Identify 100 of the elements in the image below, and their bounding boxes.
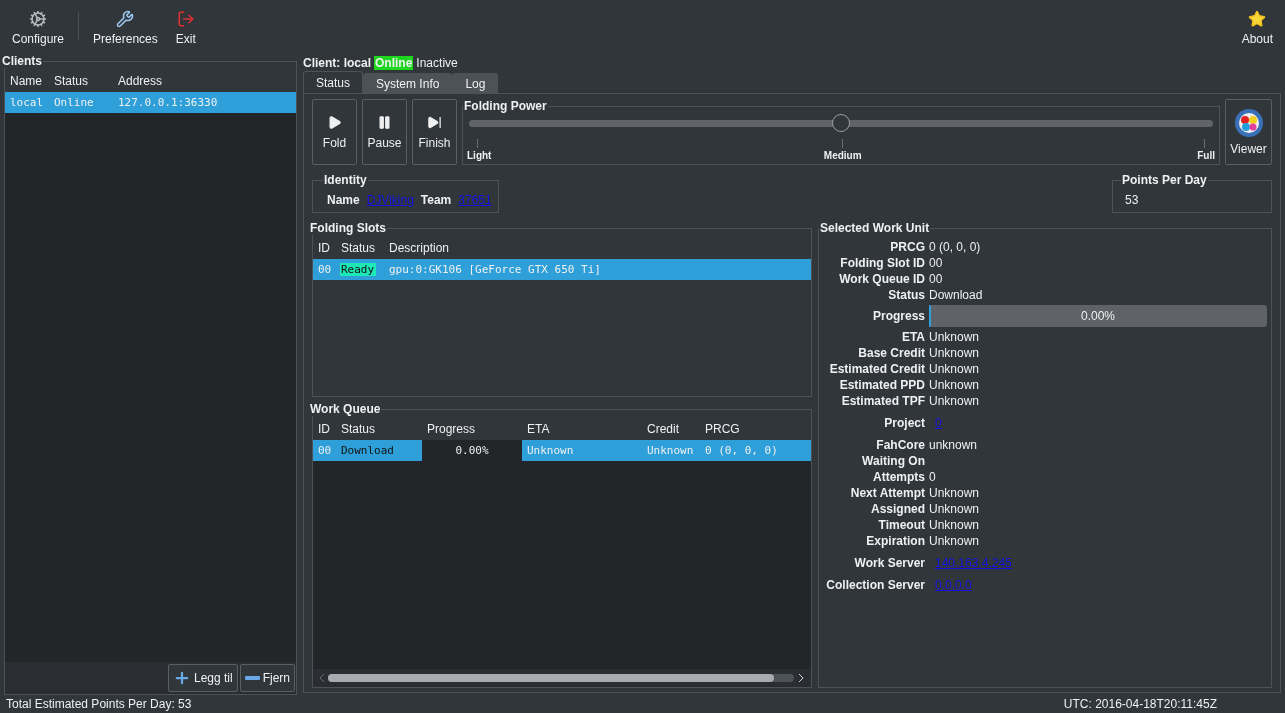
group-title: Points Per Day — [1121, 173, 1208, 187]
table-cell-text: Download — [340, 444, 395, 457]
play-icon — [327, 114, 342, 130]
control-button[interactable]: Pause — [362, 99, 407, 165]
client-state: Inactive — [416, 56, 458, 70]
power-slider[interactable] — [469, 113, 1213, 133]
field-label: ETA — [900, 330, 925, 344]
group-title: Work Queue — [309, 402, 382, 416]
field-label: Folding Slot ID — [839, 256, 925, 270]
group-title: Selected Work Unit — [819, 221, 931, 235]
field-label: Waiting On — [861, 454, 925, 468]
field-value: Unknown — [929, 378, 980, 392]
table-cell-text: 127.0.0.1:36330 — [117, 96, 219, 109]
table-cell-text: Unknown — [646, 444, 695, 457]
field-label: Timeout — [877, 518, 925, 532]
tick-label: Medium — [823, 150, 862, 161]
group-title: Folding Power — [463, 99, 548, 113]
field-label: FahCore — [875, 438, 925, 452]
column-header: ID — [317, 241, 331, 255]
field-label: Base Credit — [857, 346, 925, 360]
tick-label: Full — [1197, 150, 1215, 161]
column-header: Status — [340, 422, 377, 436]
table-cell-text: local — [9, 96, 45, 109]
column-header: Status — [340, 241, 377, 255]
field-value: Unknown — [929, 346, 980, 360]
toolbar-button[interactable]: Preferences — [85, 6, 166, 50]
pause-icon — [377, 114, 392, 130]
table-cell-text: gpu:0:GK106 [GeForce GTX 650 Ti] — [388, 263, 602, 276]
status-badge: Ready — [340, 263, 376, 276]
field-label: Next Attempt — [849, 486, 925, 500]
field-value: Unknown — [929, 502, 980, 516]
table-cell-text: Online — [53, 96, 95, 109]
status-badge: Online — [374, 56, 414, 70]
column-header: Address — [117, 74, 164, 88]
queue-row[interactable]: 00 Download 0.00% Unknown Unknown 0 (0, 0, 0) — [313, 440, 811, 461]
minus-icon — [244, 676, 260, 680]
gears-icon — [29, 10, 47, 28]
field-label: Work Queue ID — [838, 272, 925, 286]
column-header: ETA — [526, 422, 551, 436]
field-value: Unknown — [929, 486, 980, 500]
add-button[interactable]: Legg til — [167, 664, 238, 692]
status-time: UTC: 2016-04-18T20:11:45Z — [1063, 697, 1217, 711]
progress-text: 0.00% — [1081, 309, 1115, 323]
field-label: Work Server — [853, 556, 925, 570]
toolbar-button[interactable]: Configure — [4, 6, 73, 50]
field-label: Name — [327, 192, 360, 207]
control-button[interactable]: Finish — [412, 99, 457, 165]
column-header: PRCG — [704, 422, 741, 436]
field-value: 00 — [929, 256, 943, 270]
table-cell-text: 0 (0, 0, 0) — [704, 444, 779, 457]
field-label: Project — [883, 416, 925, 430]
star-icon — [1248, 10, 1267, 28]
field-label: Collection Server — [825, 578, 925, 592]
field-value: Unknown — [929, 394, 980, 408]
field-label: Assigned — [870, 502, 925, 516]
field-value: 0 — [929, 470, 936, 484]
field-label: Estimated Credit — [828, 362, 925, 376]
control-button[interactable]: Fold — [312, 99, 357, 165]
remove-button[interactable]: Fjern — [239, 664, 295, 692]
about-button[interactable]: About — [1233, 6, 1281, 50]
column-header: Status — [53, 74, 90, 88]
column-header: Credit — [646, 422, 680, 436]
group-title: Identity — [323, 173, 368, 187]
field-label: Progress — [871, 309, 925, 323]
table-cell-text: 00 — [317, 444, 333, 457]
field-label: Expiration — [865, 534, 925, 548]
progress-text: 0.00% — [455, 444, 489, 457]
field-value: Unknown — [929, 362, 980, 376]
field-value: 0 (0, 0, 0) — [929, 240, 981, 254]
field-value: Unknown — [929, 330, 980, 344]
slot-row[interactable]: 00 Ready gpu:0:GK106 [GeForce GTX 650 Ti] — [313, 259, 811, 280]
tab[interactable]: Log — [452, 73, 499, 93]
skip-icon — [427, 114, 442, 130]
toolbar-button[interactable]: Exit — [167, 6, 204, 50]
field-label: Estimated PPD — [838, 378, 925, 392]
exit-icon — [176, 10, 195, 28]
table-cell-text: 00 — [317, 263, 333, 276]
client-label: Client: local — [303, 56, 371, 70]
field-label: Team — [420, 192, 452, 207]
field-value: unknown — [929, 438, 978, 452]
field-value: 00 — [929, 272, 943, 286]
column-header: Progress — [426, 422, 477, 436]
slider-thumb[interactable] — [832, 114, 850, 132]
points-value: 53 — [1125, 192, 1140, 207]
tab[interactable]: Status — [303, 71, 364, 93]
tab[interactable]: System Info — [363, 73, 453, 93]
column-header: ID — [317, 422, 331, 436]
column-header: Name — [9, 74, 43, 88]
viewer-button[interactable]: Viewer — [1225, 99, 1272, 165]
field-label: Estimated TPF — [840, 394, 925, 408]
group-title: Clients — [1, 54, 43, 68]
field-label: Status — [887, 288, 925, 302]
field-label: PRCG — [889, 240, 925, 254]
field-label: Attempts — [872, 470, 925, 484]
column-header: Description — [388, 241, 451, 255]
scrollbar[interactable] — [319, 672, 805, 684]
group-title: Folding Slots — [309, 221, 387, 235]
field-value: Download — [929, 288, 983, 302]
field-value: Unknown — [929, 518, 980, 532]
status-text: Total Estimated Points Per Day: 53 — [6, 697, 192, 711]
